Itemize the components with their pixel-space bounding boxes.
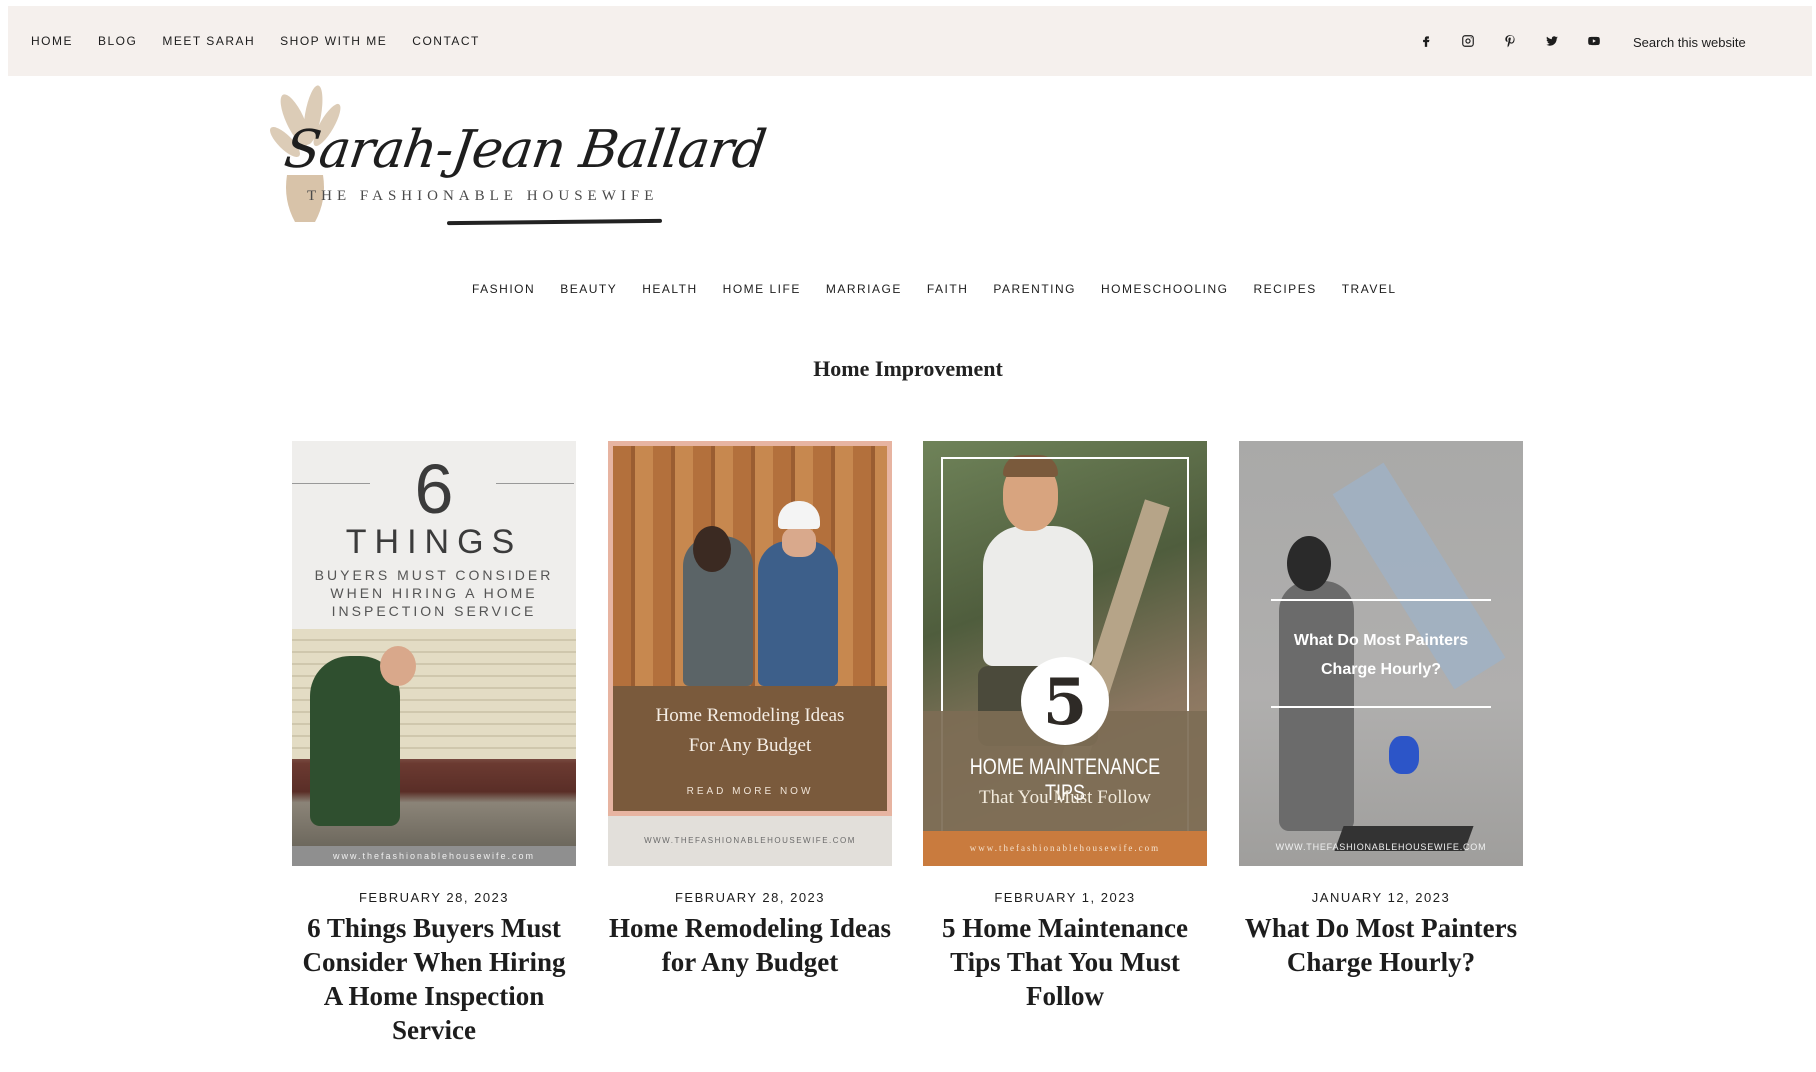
paint-splash bbox=[1389, 736, 1419, 774]
logo-underline bbox=[446, 218, 663, 226]
twitter-icon[interactable] bbox=[1542, 31, 1562, 51]
post-date: JANUARY 12, 2023 bbox=[1311, 890, 1451, 905]
thumb-subtitle: BUYERS MUST CONSIDER WHEN HIRING A HOME … bbox=[314, 567, 554, 619]
thumb-title: What Do Most Painters Charge Hourly? bbox=[1293, 632, 1469, 678]
logo-tagline: THE FASHIONABLE HOUSEWIFE bbox=[307, 188, 659, 204]
catnav-faith[interactable]: FAITH bbox=[927, 282, 969, 296]
post-date: FEBRUARY 1, 2023 bbox=[994, 890, 1136, 905]
archive-title: Home Improvement bbox=[813, 356, 1003, 381]
contractor-face bbox=[782, 527, 816, 557]
catnav-parenting[interactable]: PARENTING bbox=[993, 282, 1076, 296]
read-more-cta: READ MORE NOW bbox=[686, 786, 814, 797]
post-title[interactable]: Home Remodeling Ideas for Any Budget bbox=[608, 911, 892, 979]
social-links bbox=[1416, 6, 1604, 76]
post-thumbnail[interactable]: What Do Most Painters Charge Hourly? WWW… bbox=[1239, 441, 1523, 866]
catnav-home-life[interactable]: HOME LIFE bbox=[723, 282, 801, 296]
catnav-beauty[interactable]: BEAUTY bbox=[560, 282, 617, 296]
site-logo[interactable]: Sarah-Jean Ballard THE FASHIONABLE HOUSE… bbox=[265, 80, 769, 230]
logo-name: Sarah-Jean Ballard bbox=[280, 120, 770, 180]
thumb-footer: WWW.THEFASHIONABLEHOUSEWIFE.COM bbox=[1275, 842, 1487, 852]
post-thumbnail[interactable]: Home Remodeling Ideas For Any Budget REA… bbox=[608, 441, 892, 866]
search-input[interactable] bbox=[1633, 32, 1803, 52]
topnav-meet-sarah[interactable]: MEET SARAH bbox=[162, 34, 255, 48]
thumb-number: 6 bbox=[414, 450, 454, 528]
thumb-number: 5 bbox=[1021, 657, 1109, 745]
contractor-figure bbox=[758, 541, 838, 686]
post-thumbnail[interactable]: 6 THINGS BUYERS MUST CONSIDER WHEN HIRIN… bbox=[292, 441, 576, 866]
inspector-head bbox=[380, 646, 416, 686]
top-bar: HOME BLOG MEET SARAH SHOP WITH ME CONTAC… bbox=[8, 6, 1812, 76]
post-card: What Do Most Painters Charge Hourly? WWW… bbox=[1239, 441, 1523, 979]
topnav-blog[interactable]: BLOG bbox=[98, 34, 137, 48]
thumb-footer: www.thefashionablehousewife.com bbox=[292, 846, 576, 866]
catnav-recipes[interactable]: RECIPES bbox=[1254, 282, 1317, 296]
topnav-home[interactable]: HOME bbox=[31, 34, 73, 48]
pinterest-icon[interactable] bbox=[1500, 31, 1520, 51]
topnav-shop-with-me[interactable]: SHOP WITH ME bbox=[280, 34, 387, 48]
post-card: 6 THINGS BUYERS MUST CONSIDER WHEN HIRIN… bbox=[292, 441, 576, 1047]
topnav-contact[interactable]: CONTACT bbox=[412, 34, 480, 48]
thumb-subtitle: That You Must Follow bbox=[978, 787, 1152, 808]
catnav-health[interactable]: HEALTH bbox=[642, 282, 697, 296]
thumb-footer: WWW.THEFASHIONABLEHOUSEWIFE.COM bbox=[644, 836, 856, 845]
painter-head bbox=[1287, 536, 1331, 591]
woman-head bbox=[693, 526, 731, 572]
post-title[interactable]: 6 Things Buyers Must Consider When Hirin… bbox=[292, 911, 576, 1047]
post-date: FEBRUARY 28, 2023 bbox=[674, 890, 826, 905]
post-title[interactable]: 5 Home Maintenance Tips That You Must Fo… bbox=[923, 911, 1207, 1013]
post-thumbnail[interactable]: 5 HOME MAINTENANCE TIPS That You Must Fo… bbox=[923, 441, 1207, 866]
thumb-title: Home Remodeling Ideas For Any Budget bbox=[655, 705, 845, 756]
post-grid: 6 THINGS BUYERS MUST CONSIDER WHEN HIRIN… bbox=[292, 441, 1523, 1061]
post-date: FEBRUARY 28, 2023 bbox=[358, 890, 510, 905]
thumb-headline: THINGS bbox=[345, 523, 523, 561]
post-title[interactable]: What Do Most Painters Charge Hourly? bbox=[1239, 911, 1523, 979]
catnav-marriage[interactable]: MARRIAGE bbox=[826, 282, 902, 296]
catnav-fashion[interactable]: FASHION bbox=[472, 282, 535, 296]
top-nav: HOME BLOG MEET SARAH SHOP WITH ME CONTAC… bbox=[31, 6, 480, 76]
youtube-icon[interactable] bbox=[1584, 31, 1604, 51]
catnav-travel[interactable]: TRAVEL bbox=[1342, 282, 1397, 296]
instagram-icon[interactable] bbox=[1458, 31, 1478, 51]
post-card: Home Remodeling Ideas For Any Budget REA… bbox=[608, 441, 892, 979]
post-card: 5 HOME MAINTENANCE TIPS That You Must Fo… bbox=[923, 441, 1207, 1013]
facebook-icon[interactable] bbox=[1416, 31, 1436, 51]
catnav-homeschooling[interactable]: HOMESCHOOLING bbox=[1101, 282, 1229, 296]
divider bbox=[1271, 599, 1491, 601]
divider bbox=[1271, 706, 1491, 708]
thumb-footer: www.thefashionablehousewife.com bbox=[923, 831, 1207, 866]
